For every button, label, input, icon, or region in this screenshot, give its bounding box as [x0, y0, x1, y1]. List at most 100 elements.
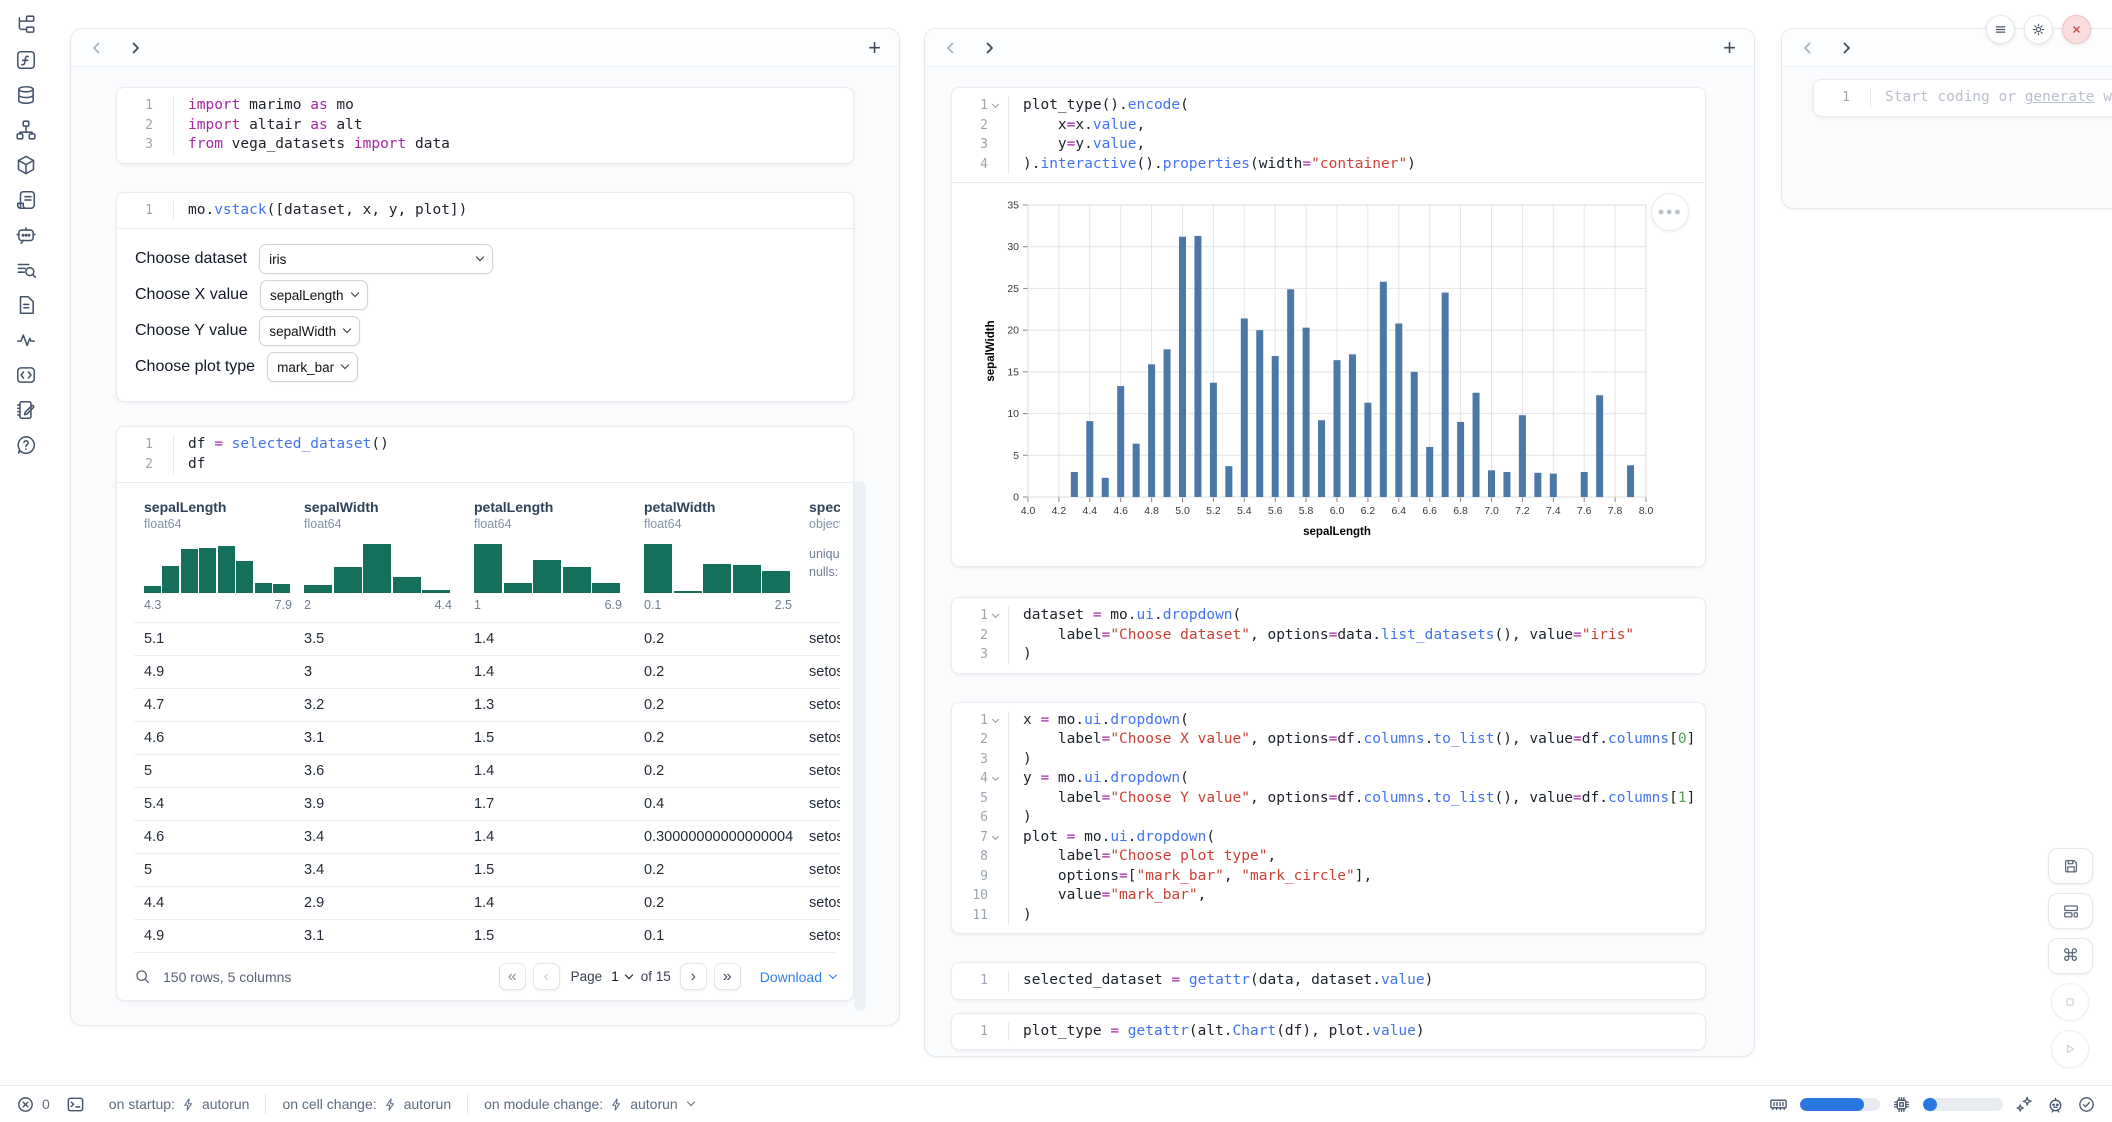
code-line[interactable]: 4).interactive().properties(width="conta… [952, 155, 1705, 175]
chevron-right-icon[interactable] [1838, 40, 1854, 56]
search-icon[interactable] [134, 968, 151, 985]
node-graph-icon[interactable] [15, 119, 37, 141]
file-tree-icon[interactable] [15, 14, 37, 36]
code-line[interactable]: 1mo.vstack([dataset, x, y, plot]) [117, 201, 853, 221]
activity-pulse-icon[interactable] [15, 329, 37, 351]
code-line[interactable]: 1x = mo.ui.dropdown( [952, 711, 1705, 731]
first-page-button[interactable]: « [499, 963, 526, 990]
code-editor[interactable]: 1plot_type = getattr(alt.Chart(df), plot… [952, 1014, 1705, 1050]
scroll-logs-icon[interactable] [15, 189, 37, 211]
fold-chevron-icon[interactable] [988, 606, 1003, 626]
command-palette-button[interactable]: ⌘ [2048, 938, 2093, 974]
code-line[interactable]: 8 label="Choose plot type", [952, 847, 1705, 867]
code-line[interactable]: 3 y=y.value, [952, 135, 1705, 155]
table-row[interactable]: 4.93.11.50.1setosa [134, 919, 840, 952]
chevron-right-icon[interactable] [981, 40, 997, 56]
function-square-icon[interactable] [15, 49, 37, 71]
fold-chevron-icon[interactable] [988, 769, 1003, 789]
code-line[interactable]: 6) [952, 808, 1705, 828]
download-button[interactable]: Download [760, 969, 836, 985]
code-line[interactable]: 1plot_type = getattr(alt.Chart(df), plot… [952, 1022, 1705, 1042]
chart-menu-button[interactable]: ●●● [1651, 193, 1689, 231]
code-line[interactable]: 1import marimo as mo [117, 96, 853, 116]
on-startup-setting[interactable]: on startup: autorun [93, 1096, 266, 1112]
code-line[interactable]: 3from vega_datasets import data [117, 135, 853, 155]
run-button[interactable] [2051, 1030, 2089, 1068]
on-cell-change-setting[interactable]: on cell change: autorun [266, 1096, 467, 1112]
code-line[interactable]: 3) [952, 750, 1705, 770]
code-line[interactable]: 9 options=["mark_bar", "mark_circle"], [952, 867, 1705, 887]
dropdown-choose-y-value[interactable]: sepalWidth [259, 316, 360, 346]
fold-chevron-icon[interactable] [988, 828, 1003, 848]
code-line[interactable]: 1Start coding or generate with AI [1814, 88, 2112, 108]
table-row[interactable]: 5.43.91.70.4setosa [134, 787, 840, 820]
code-line[interactable]: 1selected_dataset = getattr(data, datase… [952, 971, 1705, 991]
table-row[interactable]: 53.41.50.2setosa [134, 853, 840, 886]
chevron-left-icon[interactable] [1800, 40, 1816, 56]
code-line[interactable]: 4y = mo.ui.dropdown( [952, 769, 1705, 789]
ai-sparkles-icon[interactable] [2015, 1095, 2034, 1114]
code-line[interactable]: 3) [952, 645, 1705, 665]
chevron-right-icon[interactable] [127, 40, 143, 56]
fold-chevron-icon[interactable] [988, 711, 1003, 731]
code-editor[interactable]: 1dataset = mo.ui.dropdown(2 label="Choos… [952, 598, 1705, 673]
column-header-sepalWidth[interactable]: sepalWidthfloat6424.4 [294, 499, 464, 612]
code-line[interactable]: 11) [952, 906, 1705, 926]
code-editor[interactable]: 1mo.vstack([dataset, x, y, plot]) [117, 193, 853, 229]
page-select[interactable]: 1 [609, 969, 634, 984]
column-header-species[interactable]: speciesobjectunique:nulls: [799, 499, 840, 612]
scrollbar[interactable] [854, 481, 866, 1011]
chevron-left-icon[interactable] [943, 40, 959, 56]
package-cube-icon[interactable] [15, 154, 37, 176]
code-line[interactable]: 2df [117, 455, 853, 475]
error-indicator[interactable]: 0 [16, 1095, 50, 1114]
on-module-change-setting[interactable]: on module change: autorun [468, 1096, 710, 1112]
bar-chart[interactable]: 051015202530354.04.24.44.64.85.05.25.45.… [980, 195, 1680, 547]
table-row[interactable]: 4.63.41.40.30000000000000004setosa [134, 820, 840, 853]
code-snippet-icon[interactable] [15, 364, 37, 386]
help-bubble-icon[interactable] [15, 434, 37, 456]
next-page-button[interactable]: › [680, 963, 707, 990]
code-line[interactable]: 2 label="Choose dataset", options=data.l… [952, 626, 1705, 646]
code-editor[interactable]: 1selected_dataset = getattr(data, datase… [952, 963, 1705, 999]
shutdown-close-button[interactable] [2062, 15, 2091, 44]
table-row[interactable]: 4.63.11.50.2setosa [134, 721, 840, 754]
dropdown-choose-dataset[interactable]: iris [259, 244, 493, 274]
code-editor[interactable]: 1import marimo as mo2import altair as al… [117, 88, 853, 163]
code-line[interactable]: 2 label="Choose X value", options=df.col… [952, 730, 1705, 750]
table-row[interactable]: 4.42.91.40.2setosa [134, 886, 840, 919]
code-line[interactable]: 1dataset = mo.ui.dropdown( [952, 606, 1705, 626]
table-row[interactable]: 4.931.40.2setosa [134, 655, 840, 688]
code-editor[interactable]: 1plot_type().encode(2 x=x.value,3 y=y.va… [952, 88, 1705, 182]
add-cell-button[interactable]: + [868, 40, 881, 56]
stop-button[interactable] [2051, 983, 2089, 1021]
table-row[interactable]: 4.73.21.30.2setosa [134, 688, 840, 721]
save-button[interactable] [2048, 848, 2093, 884]
code-editor[interactable]: 1df = selected_dataset()2df [117, 427, 853, 482]
column-header-petalWidth[interactable]: petalWidthfloat640.12.5 [634, 499, 799, 612]
column-header-sepalLength[interactable]: sepalLengthfloat644.37.9 [134, 499, 294, 612]
fold-chevron-icon[interactable] [988, 96, 1003, 116]
settings-gear-button[interactable] [2024, 15, 2053, 44]
list-search-icon[interactable] [15, 259, 37, 281]
database-icon[interactable] [15, 84, 37, 106]
table-row[interactable]: 5.13.51.40.2setosa [134, 622, 840, 655]
add-cell-button[interactable]: + [1723, 40, 1736, 56]
last-page-button[interactable]: » [714, 963, 741, 990]
code-line[interactable]: 10 value="mark_bar", [952, 886, 1705, 906]
document-icon[interactable] [15, 294, 37, 316]
column-header-petalLength[interactable]: petalLengthfloat6416.9 [464, 499, 634, 612]
layout-button[interactable] [2048, 893, 2093, 929]
chevron-left-icon[interactable] [89, 40, 105, 56]
terminal-icon[interactable] [66, 1095, 85, 1114]
table-row[interactable]: 53.61.40.2setosa [134, 754, 840, 787]
prev-page-button[interactable]: ‹ [533, 963, 560, 990]
code-line[interactable]: 1df = selected_dataset() [117, 435, 853, 455]
code-line[interactable]: 1plot_type().encode( [952, 96, 1705, 116]
code-line[interactable]: 2import altair as alt [117, 116, 853, 136]
dropdown-choose-plot-type[interactable]: mark_bar [267, 352, 358, 382]
menu-button[interactable] [1986, 15, 2015, 44]
code-editor[interactable]: 1x = mo.ui.dropdown(2 label="Choose X va… [952, 703, 1705, 934]
dropdown-choose-x-value[interactable]: sepalLength [260, 280, 368, 310]
code-line[interactable]: 2 x=x.value, [952, 116, 1705, 136]
